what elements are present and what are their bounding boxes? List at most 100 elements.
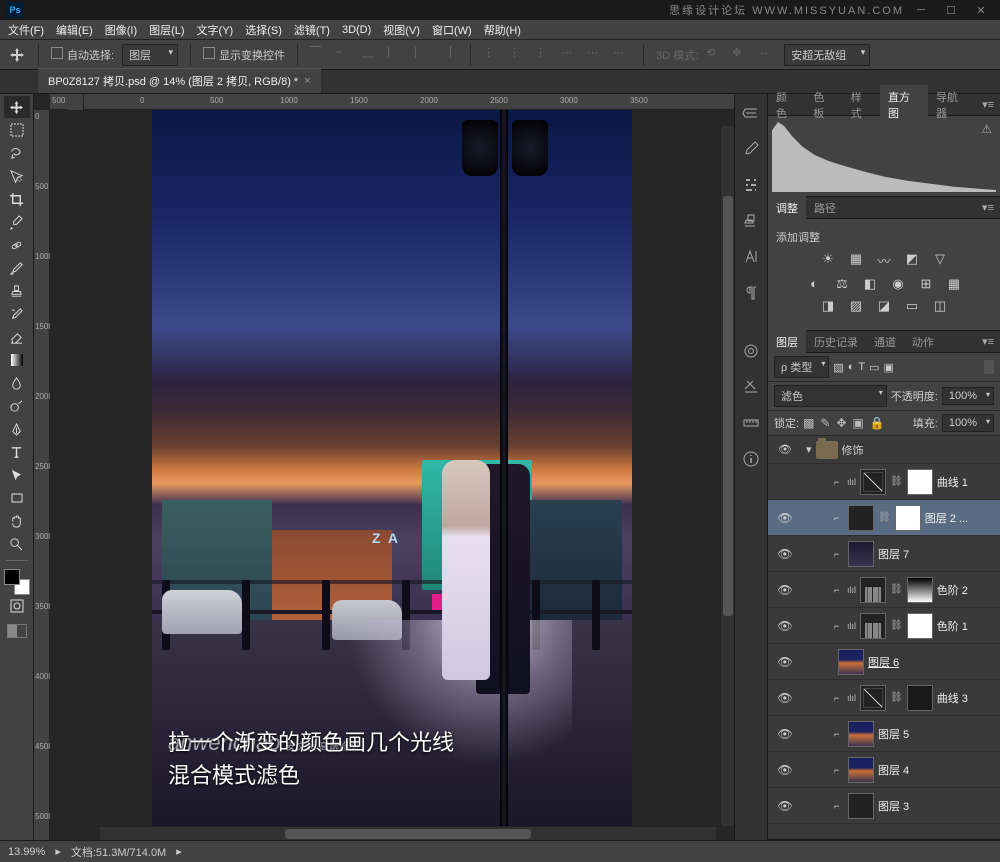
zoom-level[interactable]: 13.99% xyxy=(8,846,45,858)
scroll-thumb[interactable] xyxy=(285,829,531,839)
tab-channels[interactable]: 通道 xyxy=(866,330,904,354)
curves-icon[interactable]: 〰 xyxy=(875,251,893,270)
quick-select-tool[interactable] xyxy=(4,165,30,187)
layer-name[interactable]: 图层 2 ... xyxy=(925,510,996,526)
color-swatches[interactable] xyxy=(4,569,30,595)
layer-name[interactable]: 色阶 1 xyxy=(937,618,996,634)
close-window-button[interactable]: ✕ xyxy=(968,2,994,18)
layer-mask-thumbnail[interactable] xyxy=(907,469,933,495)
align-vcenter-icon[interactable]: ⎯ xyxy=(336,46,354,64)
invert-icon[interactable]: ◨ xyxy=(819,298,837,314)
visibility-toggle[interactable]: 👁 xyxy=(772,655,798,669)
eraser-tool[interactable] xyxy=(4,326,30,348)
link-icon[interactable]: ⛓ xyxy=(890,620,903,631)
lock-position-icon[interactable]: ✥ xyxy=(836,416,846,430)
menu-window[interactable]: 窗口(W) xyxy=(426,22,478,38)
info-panel-icon[interactable] xyxy=(740,448,762,470)
menu-layer[interactable]: 图层(L) xyxy=(143,22,190,38)
minimize-button[interactable]: ─ xyxy=(908,2,934,18)
menu-select[interactable]: 选择(S) xyxy=(239,22,288,38)
history-brush-tool[interactable] xyxy=(4,303,30,325)
measurement-icon[interactable] xyxy=(740,412,762,434)
healing-tool[interactable] xyxy=(4,234,30,256)
filter-smart-icon[interactable]: ▣ xyxy=(884,361,894,374)
rectangle-tool[interactable] xyxy=(4,487,30,509)
blend-mode-dropdown[interactable]: 滤色 xyxy=(774,385,887,407)
layer-name[interactable]: 图层 7 xyxy=(878,546,996,562)
menu-filter[interactable]: 滤镜(T) xyxy=(288,22,336,38)
link-icon[interactable]: ⛓ xyxy=(890,476,903,487)
vibrance-icon[interactable]: ▽ xyxy=(931,251,949,270)
threshold-icon[interactable]: ◪ xyxy=(875,298,893,314)
auto-select-checkbox[interactable]: 自动选择: xyxy=(51,47,114,63)
tab-paths[interactable]: 路径 xyxy=(806,196,844,220)
photo-filter-icon[interactable]: ◉ xyxy=(889,276,907,292)
layer-row[interactable]: 👁 图层 6 xyxy=(768,644,1000,680)
exposure-icon[interactable]: ◩ xyxy=(903,251,921,270)
layer-name[interactable]: 曲线 3 xyxy=(937,690,996,706)
zoom-tool[interactable] xyxy=(4,533,30,555)
tab-history[interactable]: 历史记录 xyxy=(806,330,866,354)
visibility-toggle[interactable]: 👁 xyxy=(772,547,798,561)
menu-image[interactable]: 图像(I) xyxy=(99,22,143,38)
gradient-tool[interactable] xyxy=(4,349,30,371)
distribute-1-icon[interactable]: ⋮ xyxy=(483,46,501,64)
opacity-input[interactable]: 100% xyxy=(942,387,994,405)
brush-panel-icon[interactable] xyxy=(740,138,762,160)
hand-tool[interactable] xyxy=(4,510,30,532)
doc-size-label[interactable]: 文档:51.3M/714.0M xyxy=(71,844,166,860)
paragraph-panel-icon[interactable] xyxy=(740,282,762,304)
align-right-icon[interactable]: ⎹ xyxy=(440,46,458,64)
panel-menu-icon[interactable]: ▾≡ xyxy=(976,201,1000,214)
align-top-icon[interactable]: ⎺ xyxy=(310,46,328,64)
layer-thumbnail[interactable] xyxy=(838,649,864,675)
blur-tool[interactable] xyxy=(4,372,30,394)
tool-presets-icon[interactable] xyxy=(740,376,762,398)
foreground-color[interactable] xyxy=(4,569,20,585)
layer-name[interactable]: 修饰 xyxy=(842,442,864,458)
layer-thumbnail[interactable] xyxy=(848,757,874,783)
align-bottom-icon[interactable]: ⎽ xyxy=(362,46,380,64)
distribute-3-icon[interactable]: ⋮ xyxy=(535,46,553,64)
layer-thumbnail[interactable] xyxy=(848,721,874,747)
brush-tool[interactable] xyxy=(4,257,30,279)
close-tab-icon[interactable]: × xyxy=(304,75,310,87)
visibility-toggle[interactable]: 👁 xyxy=(772,619,798,633)
distribute-6-icon[interactable]: ⋯ xyxy=(613,46,631,64)
lock-pixels-icon[interactable]: ✎ xyxy=(820,416,830,430)
layers-list[interactable]: 👁 ▾ 修饰 ⌐ılıl ⛓ 曲线 1👁 ⌐ ⛓ 图层 2 ...👁 ⌐ 图层 … xyxy=(768,436,1000,839)
levels-icon[interactable]: ▦ xyxy=(847,251,865,270)
menu-help[interactable]: 帮助(H) xyxy=(478,22,527,38)
align-hcenter-icon[interactable]: | xyxy=(414,46,432,64)
selective-color-icon[interactable]: ◫ xyxy=(931,298,949,314)
menu-type[interactable]: 文字(Y) xyxy=(191,22,240,38)
fill-input[interactable]: 100% xyxy=(942,414,994,432)
panel-menu-icon[interactable]: ▾≡ xyxy=(976,335,1000,348)
visibility-toggle[interactable]: 👁 xyxy=(772,799,798,813)
auto-select-target-dropdown[interactable]: 图层 xyxy=(122,44,178,66)
screen-mode-toggle[interactable] xyxy=(7,624,27,638)
distribute-2-icon[interactable]: ⋮ xyxy=(509,46,527,64)
visibility-toggle[interactable]: 👁 xyxy=(772,691,798,705)
layer-row[interactable]: 👁 ⌐ 图层 3 xyxy=(768,788,1000,824)
visibility-toggle[interactable]: 👁 xyxy=(772,583,798,597)
expand-arrow-icon[interactable]: ▾ xyxy=(806,443,812,456)
menu-3d[interactable]: 3D(D) xyxy=(336,24,377,36)
layer-mask-thumbnail[interactable] xyxy=(907,577,933,603)
move-tool[interactable] xyxy=(4,96,30,118)
link-icon[interactable]: ⛓ xyxy=(890,692,903,703)
cache-warning-icon[interactable]: ⚠ xyxy=(981,122,992,136)
canvas-scrollbar-v[interactable] xyxy=(720,126,734,826)
layer-mask-thumbnail[interactable] xyxy=(907,613,933,639)
dodge-tool[interactable] xyxy=(4,395,30,417)
zoom-popup-icon[interactable]: ▸ xyxy=(55,845,61,858)
canvas-scrollbar-h[interactable] xyxy=(100,826,716,840)
gradient-map-icon[interactable]: ▭ xyxy=(903,298,921,314)
layer-name[interactable]: 图层 3 xyxy=(878,798,996,814)
link-icon[interactable]: ⛓ xyxy=(878,512,891,523)
color-balance-icon[interactable]: ⚖ xyxy=(833,276,851,292)
filter-shape-icon[interactable]: ▭ xyxy=(869,361,879,374)
tab-actions[interactable]: 动作 xyxy=(904,330,942,354)
layer-row[interactable]: 👁 ⌐ılıl ⛓ 色阶 2 xyxy=(768,572,1000,608)
panel-menu-icon[interactable]: ▾≡ xyxy=(976,98,1000,111)
